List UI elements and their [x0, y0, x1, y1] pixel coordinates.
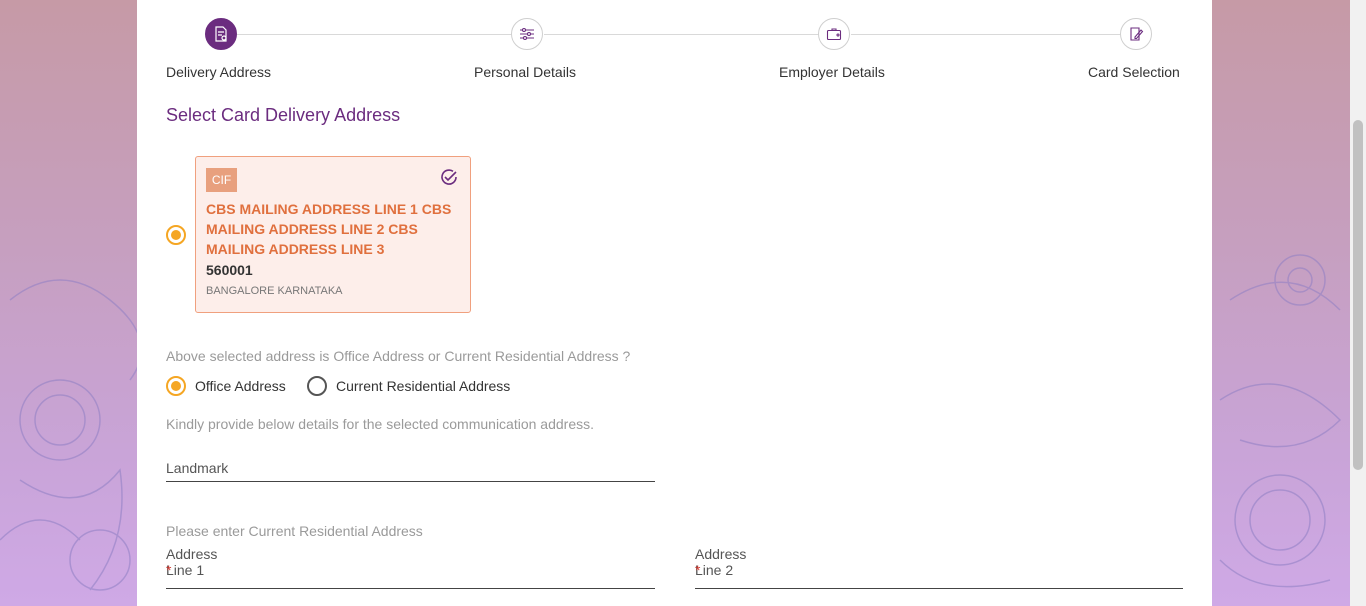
city-state: BANGALORE KARNATAKA: [206, 285, 343, 297]
landmark-field[interactable]: Landmark: [166, 456, 655, 482]
required-mark: *: [695, 562, 701, 578]
step-label-delivery: Delivery Address: [166, 64, 272, 80]
section-title: Select Card Delivery Address: [166, 105, 401, 125]
step-employer-details[interactable]: [818, 18, 850, 50]
address-line2-field[interactable]: Address Line 2 *: [695, 546, 1183, 589]
edit-doc-icon: [1130, 27, 1144, 41]
residential-prompt: Please enter Current Residential Address: [166, 523, 423, 539]
cif-badge: CIF: [206, 168, 237, 192]
pincode: 560001: [206, 262, 253, 278]
main-panel: Delivery Address Personal Details Employ…: [137, 0, 1212, 606]
address-card-radio[interactable]: [166, 225, 186, 245]
step-label-card: Card Selection: [1088, 64, 1180, 80]
scrollbar-thumb[interactable]: [1353, 120, 1363, 470]
page-scrollbar[interactable]: [1350, 0, 1366, 606]
briefcase-icon: [826, 28, 842, 41]
stepper-connector: [544, 34, 819, 35]
stepper-connector: [851, 34, 1121, 35]
step-delivery-address[interactable]: [205, 18, 237, 50]
step-card-selection[interactable]: [1120, 18, 1152, 50]
stepper-connector: [237, 34, 512, 35]
address-type-question: Above selected address is Office Address…: [166, 348, 631, 364]
details-instruction: Kindly provide below details for the sel…: [166, 416, 595, 432]
office-address-label[interactable]: Office Address: [195, 378, 286, 394]
address-card[interactable]: CIF CBS MAILING ADDRESS LINE 1 CBS MAILI…: [195, 156, 471, 313]
landmark-label: Landmark: [166, 460, 229, 476]
step-label-personal: Personal Details: [474, 64, 576, 80]
address-line1-label: Address Line 1: [166, 546, 218, 578]
address-line2-label: Address Line 2: [695, 546, 747, 578]
address-lines: CBS MAILING ADDRESS LINE 1 CBS MAILING A…: [206, 201, 452, 257]
document-icon: [215, 26, 227, 42]
required-mark: *: [166, 562, 172, 578]
residential-address-label[interactable]: Current Residential Address: [336, 378, 510, 394]
sliders-icon: [520, 27, 534, 41]
step-personal-details[interactable]: [511, 18, 543, 50]
residential-address-radio[interactable]: [307, 376, 327, 396]
office-address-radio[interactable]: [166, 376, 186, 396]
step-label-employer: Employer Details: [779, 64, 885, 80]
address-line1-field[interactable]: Address Line 1 *: [166, 546, 655, 589]
check-circle-icon: [441, 169, 457, 185]
